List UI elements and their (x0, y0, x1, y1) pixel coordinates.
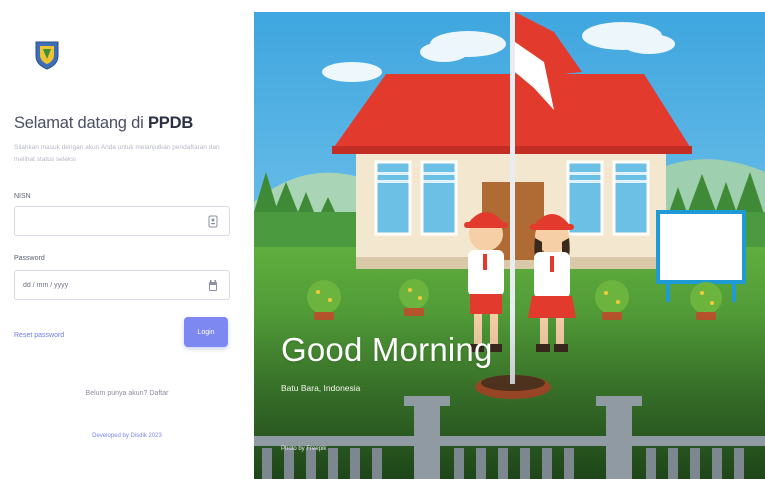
photo-credit: Photo by Freepik (281, 446, 327, 452)
greeting-text: Good Morning (281, 331, 493, 368)
footer-credit: Developed by Disdik 2023 (0, 433, 254, 439)
id-card-icon (208, 215, 218, 228)
nisn-field-wrapper (14, 206, 230, 236)
login-button[interactable]: Login (184, 317, 228, 347)
register-prompt: Belum punya akun? Daftar (0, 390, 254, 397)
password-label: Password (14, 255, 45, 262)
reset-password-text: Reset password (14, 332, 65, 339)
password-field-wrapper (14, 270, 230, 300)
login-panel: Selamat datang di PPDB Silahkan masuk de… (0, 0, 254, 479)
developer-link[interactable]: Developed by Disdik 2023 (92, 433, 162, 439)
nisn-input[interactable] (15, 207, 195, 235)
register-link[interactable]: Belum punya akun? Daftar (86, 390, 169, 397)
reset-password-link[interactable]: Reset password (14, 332, 64, 339)
calendar-icon[interactable] (208, 279, 218, 292)
app-name: PPDB (148, 114, 194, 132)
login-subtitle: Silahkan masuk dengan akun Anda untuk me… (14, 144, 220, 163)
password-input[interactable] (15, 271, 195, 299)
nisn-label: NISN (14, 193, 31, 200)
school-scene-image (254, 12, 765, 479)
hero-illustration (254, 12, 765, 479)
welcome-prefix: Selamat datang di (14, 114, 148, 132)
school-logo (35, 41, 59, 70)
location-text: Batu Bara, Indonesia (281, 383, 361, 393)
welcome-heading: Selamat datang di PPDB (14, 114, 193, 133)
